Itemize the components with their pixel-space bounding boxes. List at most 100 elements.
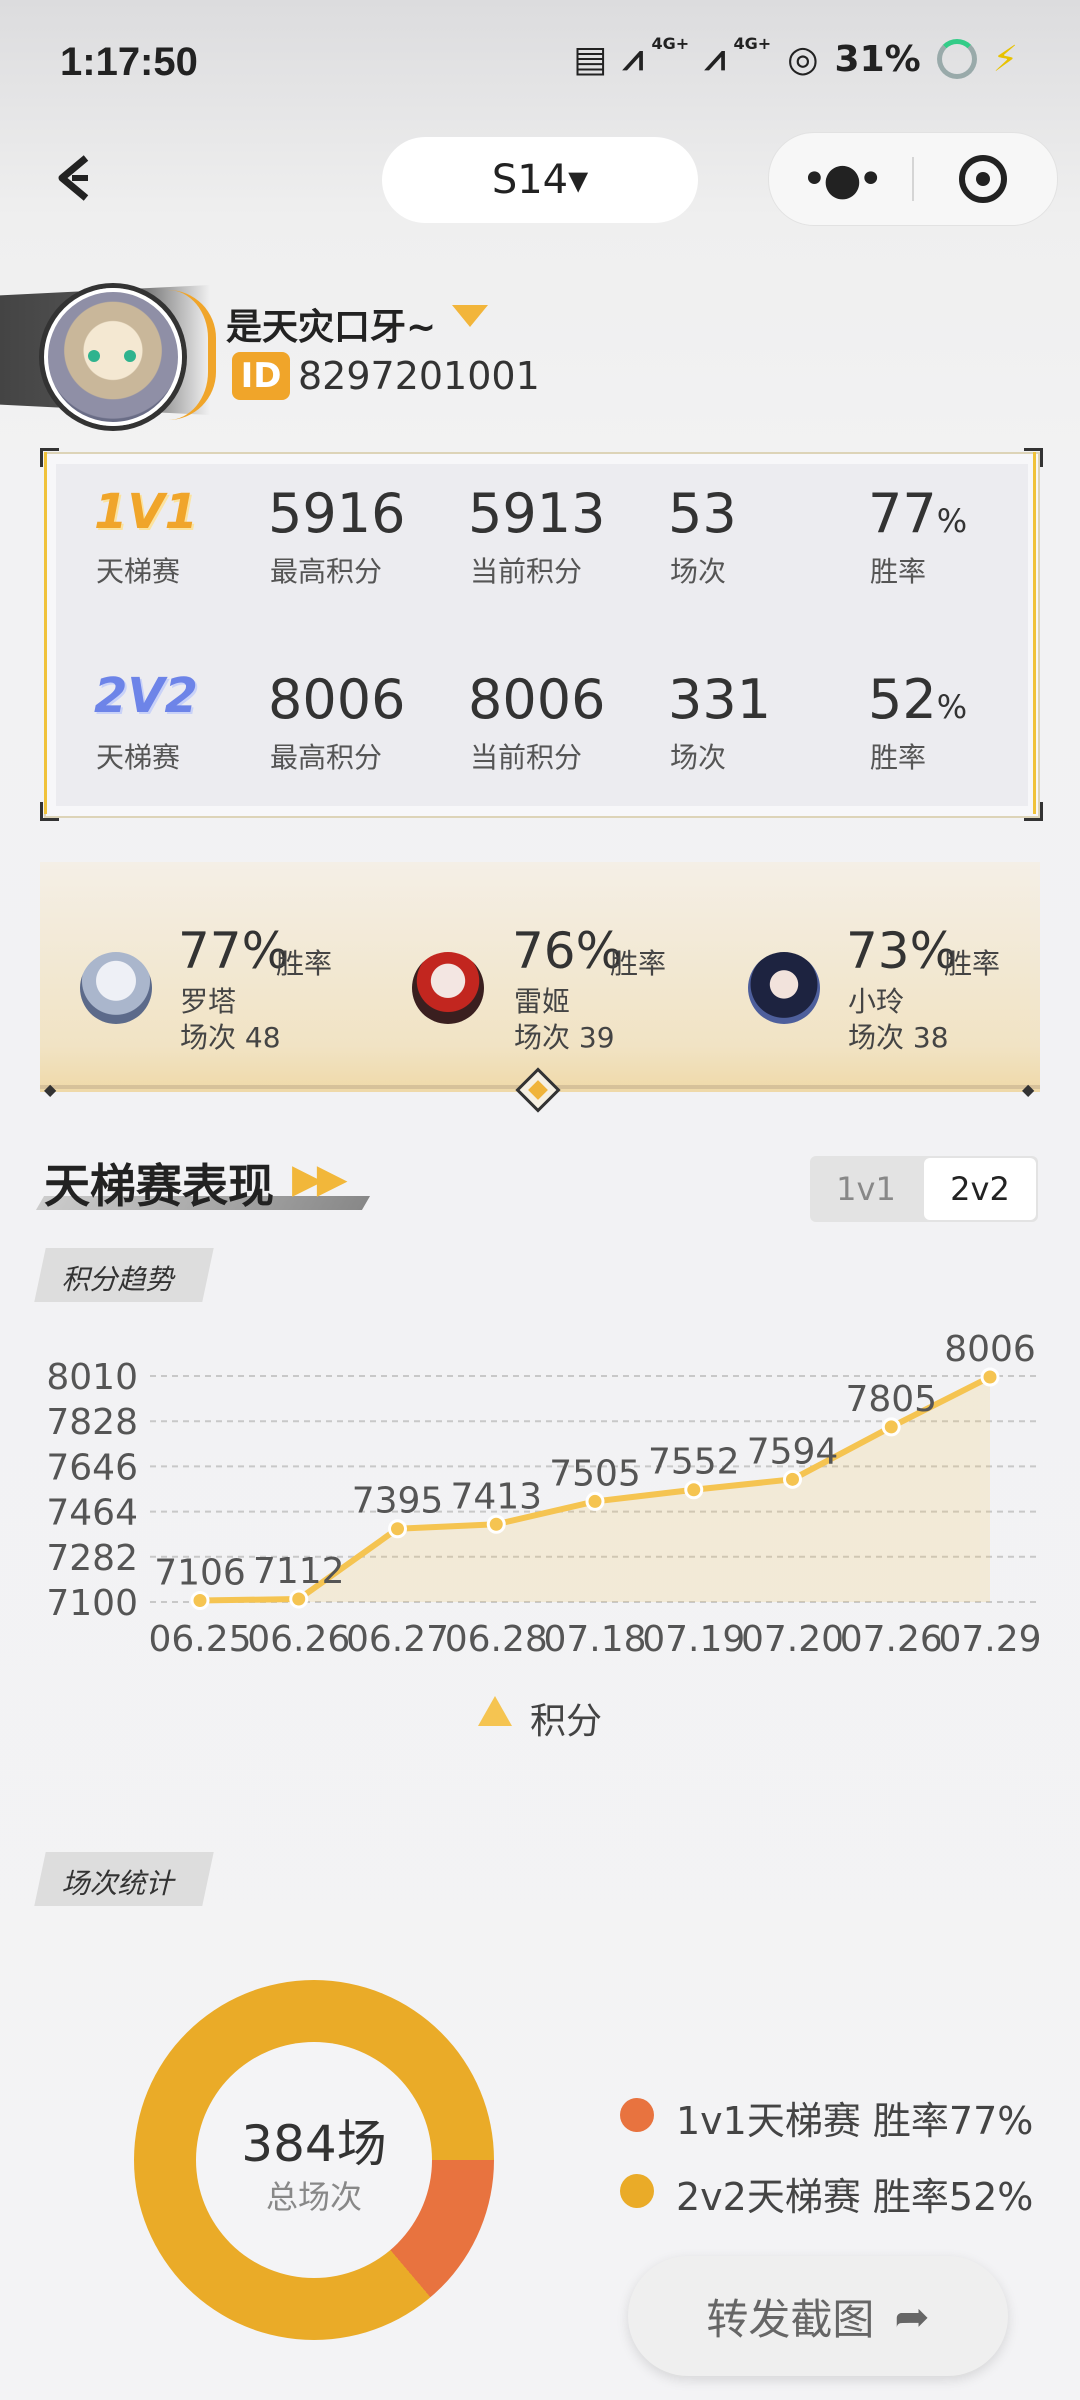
hero-3-winrate-label: 胜率: [944, 947, 1001, 980]
winrate-value: 52: [868, 668, 937, 731]
hero-1-pct: 77%: [178, 922, 290, 980]
mode-1v1-label: 1V1: [94, 484, 198, 540]
close-target-icon[interactable]: [959, 155, 1007, 203]
battery-icon: [936, 39, 977, 79]
data-label: 7505: [549, 1453, 641, 1494]
data-label: 7594: [747, 1431, 839, 1472]
x-tick-label: 07.29: [938, 1619, 1041, 1660]
status-icons: ▤ ⩘ 4G+ ⩘ 4G+ ◎ 31% ⚡: [573, 34, 1018, 80]
diamond-small-icon: ◆: [1022, 1080, 1035, 1099]
count-tag-label: 场次统计: [61, 1867, 174, 1900]
data-point: [486, 1514, 506, 1534]
hero-avatar-2[interactable]: [412, 952, 484, 1024]
hero-2-name: 雷姬: [514, 985, 571, 1018]
hero-1-games: 场次 48: [180, 1021, 281, 1054]
legend-dot-2v2: [620, 2174, 654, 2208]
x-tick-label: 07.26: [840, 1619, 943, 1660]
signal-icon-2: ⩘: [705, 38, 726, 79]
y-tick-label: 7646: [46, 1447, 138, 1488]
mode-2v2-label: 2V2: [94, 668, 198, 724]
share-label: 转发截图: [706, 2294, 875, 2344]
data-label: 7112: [253, 1551, 345, 1592]
card-corner: [40, 802, 59, 821]
avatar[interactable]: [44, 288, 182, 426]
data-label: 8006: [944, 1329, 1036, 1370]
x-tick-label: 06.27: [346, 1619, 449, 1660]
y-tick-label: 7100: [46, 1583, 138, 1624]
games-label: 场次: [670, 555, 727, 588]
charging-icon: ⚡: [992, 38, 1018, 80]
winrate-unit: %: [936, 502, 968, 540]
avatar-eye: [88, 350, 100, 362]
player-name: 是天灾口牙~: [226, 307, 437, 348]
total-games-label: 总场次: [265, 2178, 362, 2216]
hero-3-pct: 73%: [846, 922, 958, 980]
data-label: 7106: [154, 1553, 246, 1594]
signal-icon: ⩘: [623, 38, 644, 79]
card-corner: [40, 448, 59, 467]
hotspot-icon: ◎: [787, 38, 819, 80]
card-edge-left: [44, 452, 47, 814]
legend-marker-icon: [478, 1696, 512, 1726]
mode-2v2-sub: 天梯赛: [96, 741, 181, 774]
hero-1-name: 罗塔: [180, 985, 237, 1018]
tab-2v2[interactable]: 2v2: [924, 1158, 1036, 1220]
share-screenshot-button[interactable]: 转发截图 ➦: [628, 2256, 1008, 2376]
hero-avatar-1[interactable]: [80, 952, 152, 1024]
winrate-label: 胜率: [870, 741, 927, 774]
y-tick-label: 7282: [46, 1538, 138, 1579]
double-arrow-icon: ▶▶: [292, 1156, 347, 1202]
data-point: [289, 1589, 309, 1609]
data-point: [881, 1417, 901, 1437]
more-icon[interactable]: •●•: [769, 133, 912, 225]
x-tick-label: 06.28: [445, 1619, 548, 1660]
mini-program-capsule: •●•: [768, 132, 1058, 226]
battery-text: 31%: [834, 38, 921, 80]
winrate-value: 77: [868, 482, 937, 545]
games-1v1: 53: [668, 482, 737, 545]
hero-avatar-3[interactable]: [748, 952, 820, 1024]
x-tick-label: 07.18: [543, 1619, 646, 1660]
player-id: 8297201001: [298, 354, 540, 398]
status-bar: 1:17:50 ▤ ⩘ 4G+ ⩘ 4G+ ◎ 31% ⚡: [0, 0, 1080, 120]
capsule-divider: [912, 157, 914, 201]
winrate-1v1: 77%: [868, 482, 967, 545]
data-point: [585, 1491, 605, 1511]
season-selector[interactable]: S14▾: [382, 137, 698, 223]
current-score-2v2: 8006: [468, 668, 606, 731]
x-tick-label: 07.20: [741, 1619, 844, 1660]
data-point: [980, 1367, 1000, 1387]
x-tick-label: 06.26: [247, 1619, 350, 1660]
tab-1v1[interactable]: 1v1: [810, 1156, 922, 1222]
data-point: [388, 1519, 407, 1539]
data-point: [190, 1591, 210, 1611]
games-2v2: 331: [668, 668, 772, 731]
hero-3-name: 小玲: [848, 985, 905, 1018]
y-tick-label: 7828: [46, 1402, 138, 1443]
y-tick-label: 7464: [46, 1493, 138, 1534]
network-label-2: 4G+: [733, 33, 772, 53]
back-icon[interactable]: [48, 148, 108, 208]
hero-2-pct: 76%: [512, 922, 624, 980]
data-point: [783, 1469, 802, 1489]
id-badge: ID: [232, 352, 290, 400]
max-score-1v1: 5916: [268, 482, 406, 545]
mode-toggle: 1v1 2v2: [810, 1156, 1038, 1222]
current-score-label: 当前积分: [470, 741, 583, 774]
hero-2-games: 场次 39: [514, 1021, 615, 1054]
legend-dot-1v1: [620, 2098, 654, 2132]
games-label: 场次: [670, 741, 727, 774]
max-score-2v2: 8006: [268, 668, 406, 731]
legend-1v1: 1v1天梯赛 胜率77%: [676, 2099, 1034, 2143]
score-trend-chart: 801078287646 746472827100 7106 71127395 7413…: [46, 1329, 1041, 1660]
hero-2-winrate-label: 胜率: [610, 947, 667, 980]
diamond-small-icon: ◆: [44, 1080, 57, 1099]
y-tick-label: 8010: [46, 1357, 138, 1398]
max-score-label: 最高积分: [270, 741, 383, 774]
x-tick-label: 07.19: [642, 1619, 745, 1660]
data-label: 7552: [648, 1442, 740, 1483]
winrate-unit: %: [936, 688, 968, 726]
winrate-2v2: 52%: [868, 668, 967, 731]
legend-label: 积分: [530, 1701, 603, 1742]
section-title: 天梯赛表现: [44, 1159, 274, 1213]
